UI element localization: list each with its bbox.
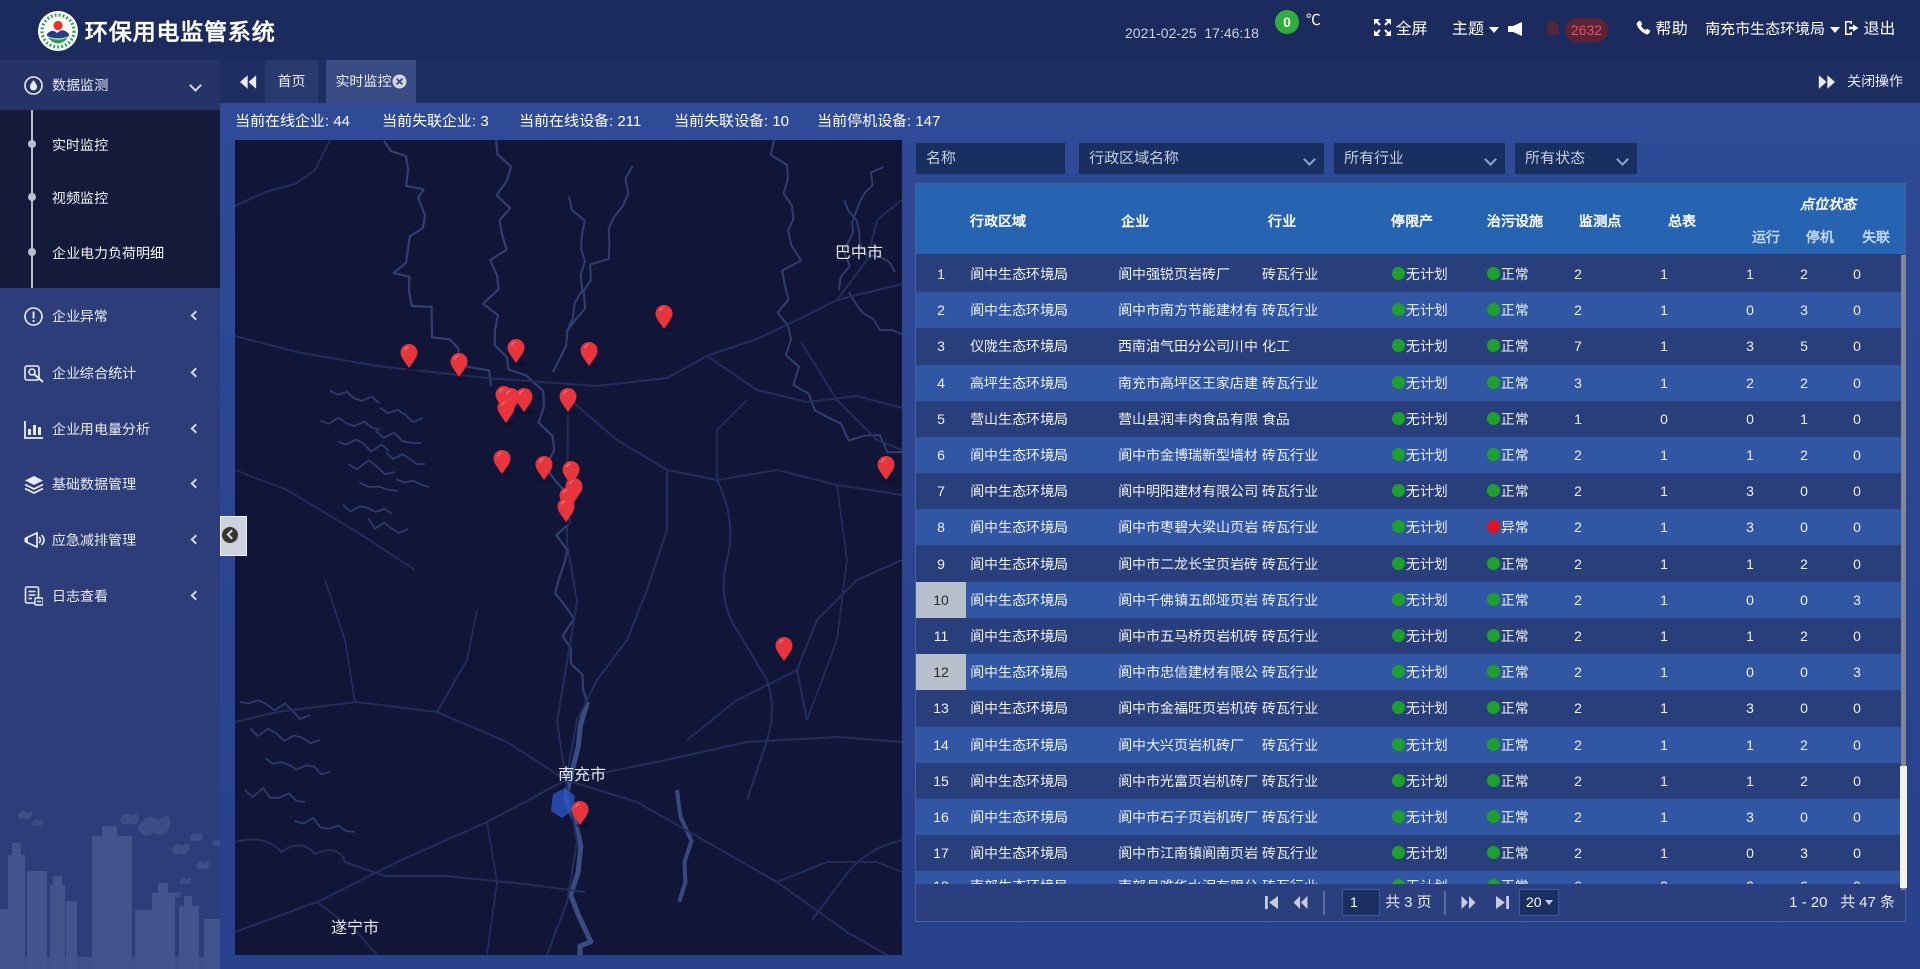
svg-text:南充市: 南充市 (558, 761, 606, 785)
svg-text:遂宁市: 遂宁市 (331, 914, 379, 938)
svg-text:巴中市: 巴中市 (835, 239, 883, 263)
